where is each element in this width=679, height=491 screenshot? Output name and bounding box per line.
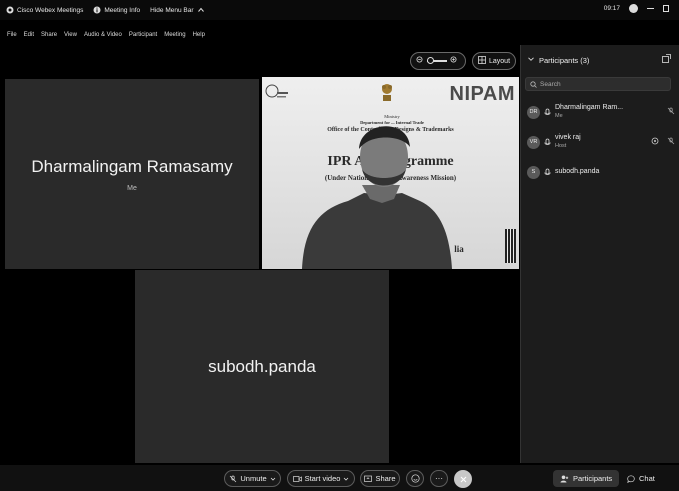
zoom-slider[interactable]: [427, 57, 447, 64]
more-options-button[interactable]: ···: [430, 470, 448, 487]
unmute-label: Unmute: [240, 474, 267, 483]
participants-button[interactable]: Participants: [553, 470, 620, 487]
menu-meeting[interactable]: Meeting: [164, 32, 185, 38]
chat-label: Chat: [639, 474, 655, 483]
layout-label: Layout: [489, 57, 511, 65]
microphone-icon: [544, 108, 551, 115]
start-video-label: Start video: [304, 474, 341, 483]
participant-tile-subodh[interactable]: subodh.panda: [135, 270, 389, 463]
participant-video-vivek[interactable]: NIPAM Ministry Department for ... Intern…: [262, 77, 519, 269]
participants-icon: [560, 475, 569, 482]
chevron-down-icon[interactable]: [270, 476, 276, 482]
app-title: Cisco Webex Meetings: [6, 6, 83, 14]
meeting-info-label: Meeting Info: [104, 6, 141, 14]
participant-name: Dharmalingam Ram...: [555, 104, 624, 111]
microphone-icon: [544, 138, 551, 145]
webex-logo-icon: [6, 6, 14, 14]
participants-label: Participants: [573, 474, 613, 483]
participants-panel: Participants (3) Search DR Dharmalingam …: [520, 45, 679, 463]
menu-participant[interactable]: Participant: [129, 32, 157, 38]
popout-icon[interactable]: [662, 54, 671, 63]
search-placeholder: Search: [540, 80, 561, 88]
menu-view[interactable]: View: [64, 32, 77, 38]
zoom-out-icon[interactable]: [416, 56, 424, 66]
unmute-button[interactable]: Unmute: [224, 470, 281, 487]
start-video-button[interactable]: Start video: [287, 470, 355, 487]
participant-search-input[interactable]: Search: [525, 77, 671, 91]
participants-panel-title: Participants (3): [539, 55, 590, 65]
chevron-down-icon[interactable]: [527, 55, 535, 65]
reactions-button[interactable]: [406, 470, 424, 487]
more-icon: ···: [435, 473, 443, 483]
meeting-info-button[interactable]: Meeting Info: [93, 6, 140, 14]
tile-self-label: Me: [127, 184, 137, 192]
smiley-icon: [410, 474, 420, 483]
zoom-slider-handle[interactable]: [427, 57, 434, 64]
participant-row[interactable]: S subodh.panda: [527, 161, 677, 183]
status-icon[interactable]: [629, 4, 638, 13]
view-controls: Layout: [410, 52, 517, 70]
zoom-control[interactable]: [410, 52, 466, 70]
participants-panel-header[interactable]: Participants (3): [527, 55, 589, 65]
restore-icon[interactable]: [663, 5, 669, 12]
menu-share[interactable]: Share: [41, 32, 57, 38]
menu-file[interactable]: File: [7, 32, 17, 38]
app-name: Cisco Webex Meetings: [17, 6, 84, 14]
close-icon: [460, 476, 466, 482]
share-label: Share: [375, 474, 396, 483]
chat-icon: [627, 474, 635, 483]
menu-audio-video[interactable]: Audio & Video: [84, 32, 122, 38]
menu-help[interactable]: Help: [193, 32, 205, 38]
hide-menu-bar-label: Hide Menu Bar: [150, 6, 194, 14]
participant-tile-dharmalingam[interactable]: Dharmalingam Ramasamy Me: [5, 79, 259, 269]
video-on-icon[interactable]: [651, 137, 659, 145]
chevron-down-icon[interactable]: [343, 476, 349, 482]
mic-muted-icon: [230, 475, 237, 482]
avatar: VR: [527, 135, 540, 149]
layout-button[interactable]: Layout: [472, 52, 517, 70]
mic-muted-icon[interactable]: [667, 107, 675, 115]
participant-row[interactable]: DR Dharmalingam Ram... Me: [527, 101, 677, 123]
info-icon: [93, 6, 101, 14]
leave-meeting-button[interactable]: [454, 470, 472, 488]
avatar: DR: [527, 105, 540, 119]
tile-name: Dharmalingam Ramasamy: [31, 156, 233, 176]
menu-edit[interactable]: Edit: [24, 32, 34, 38]
camera-icon: [292, 475, 302, 482]
participant-role: Host: [555, 143, 567, 149]
search-icon: [530, 80, 537, 88]
speaker-video-silhouette: [302, 126, 452, 269]
hide-menu-bar-button[interactable]: Hide Menu Bar: [150, 6, 204, 14]
clock: 09:17: [603, 5, 620, 12]
zoom-in-icon[interactable]: [450, 56, 458, 66]
mic-muted-icon[interactable]: [667, 137, 675, 145]
participant-name: vivek raj: [555, 134, 581, 141]
chevron-up-icon: [197, 6, 205, 14]
avatar: S: [527, 165, 540, 179]
title-bar: Cisco Webex Meetings Meeting Info Hide M…: [0, 0, 679, 20]
chat-button[interactable]: Chat: [620, 470, 662, 487]
window-controls: 09:17: [604, 4, 669, 13]
participant-role: Me: [555, 113, 563, 119]
minimize-icon[interactable]: [647, 8, 654, 9]
menu-bar: File Edit Share View Audio & Video Parti…: [0, 29, 205, 41]
meeting-controls-bar: Unmute Start video Share ··· Participant…: [0, 465, 679, 491]
share-button[interactable]: Share: [360, 470, 400, 487]
microphone-icon: [544, 168, 551, 175]
tile-name: subodh.panda: [208, 356, 316, 376]
participant-row[interactable]: VR vivek raj Host: [527, 131, 677, 153]
layout-grid-icon: [478, 56, 486, 66]
share-screen-icon: [364, 475, 373, 482]
participant-name: subodh.panda: [555, 168, 600, 175]
